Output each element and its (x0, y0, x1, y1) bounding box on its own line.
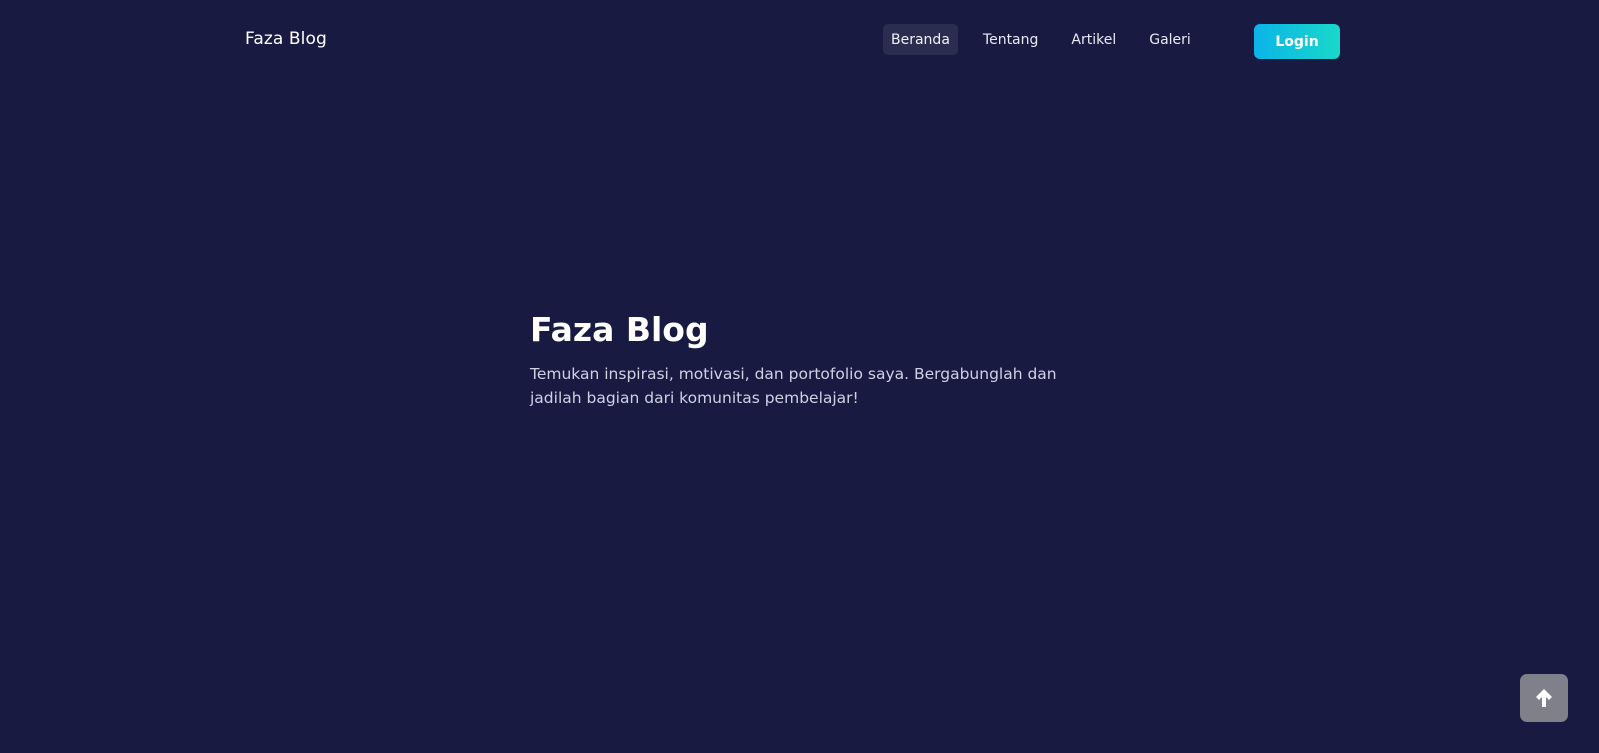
hero-title: Faza Blog (530, 310, 709, 349)
nav-item-tentang[interactable]: Tentang (975, 24, 1047, 55)
page: Faza Blog Beranda Tentang Artikel Galeri… (0, 0, 1599, 753)
nav-item-galeri[interactable]: Galeri (1141, 24, 1199, 55)
nav-item-artikel[interactable]: Artikel (1063, 24, 1124, 55)
hero-description: Temukan inspirasi, motivasi, dan portofo… (530, 364, 1057, 407)
hero-section: Faza Blog Temukan inspirasi, motivasi, d… (530, 310, 1090, 410)
nav-item-beranda[interactable]: Beranda (883, 24, 958, 55)
nav-menu: Beranda Tentang Artikel Galeri (883, 24, 1199, 55)
arrow-up-icon (1536, 689, 1552, 707)
back-to-top-button[interactable] (1520, 674, 1568, 722)
navbar: Faza Blog Beranda Tentang Artikel Galeri… (0, 0, 1599, 84)
brand-logo[interactable]: Faza Blog (245, 29, 327, 49)
login-button[interactable]: Login (1254, 24, 1340, 59)
